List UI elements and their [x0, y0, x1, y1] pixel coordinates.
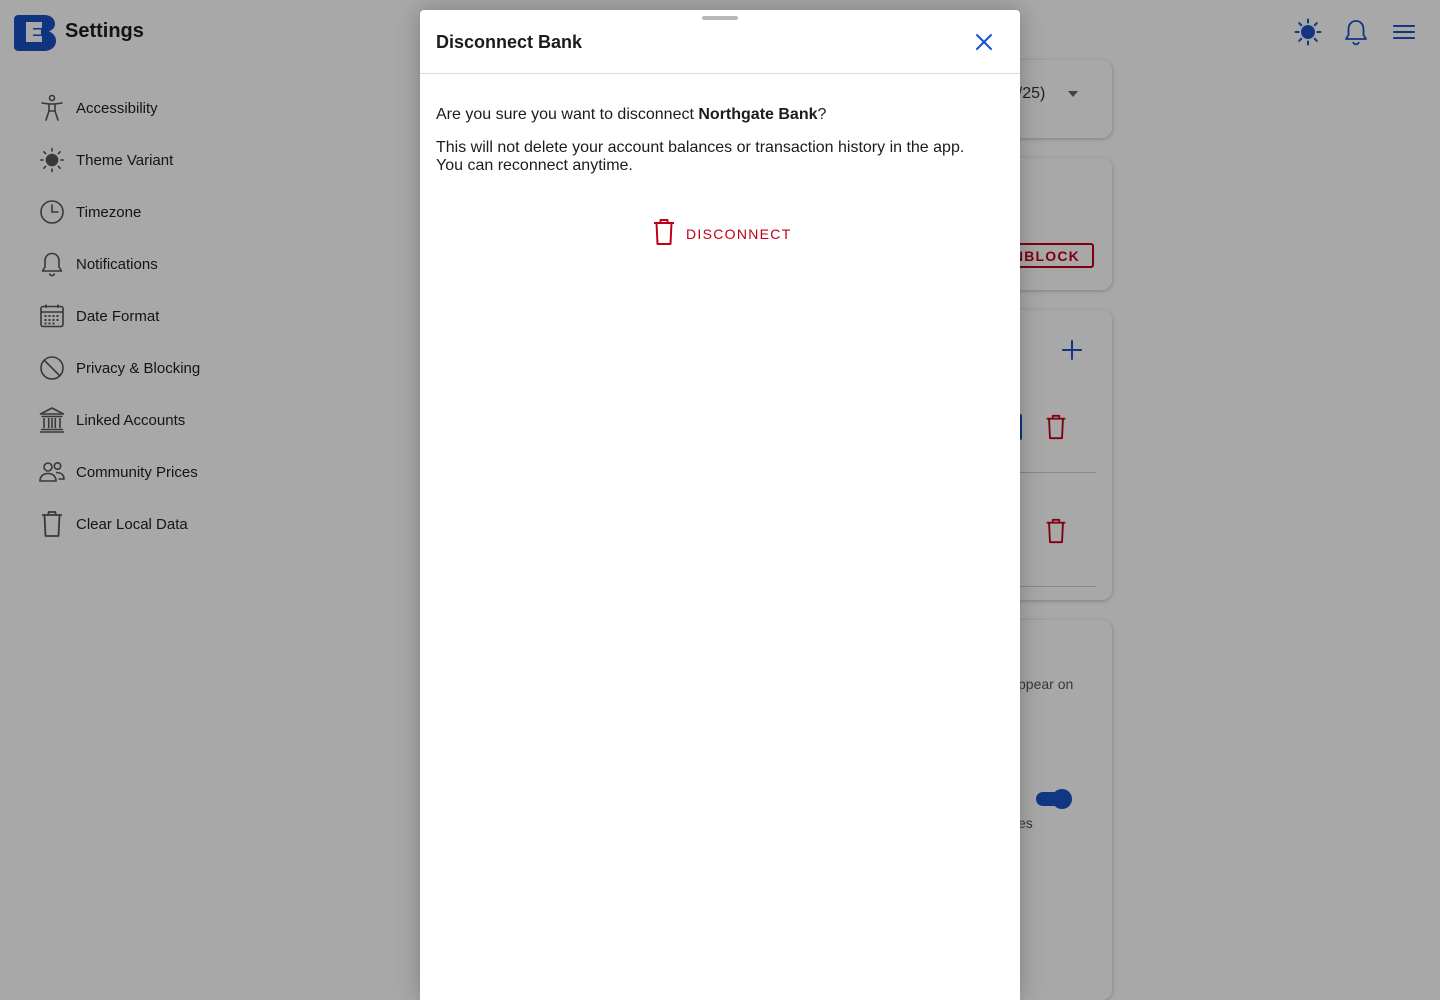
disconnect-bank-dialog: Disconnect Bank Are you sure you want to… — [420, 10, 1020, 1000]
dialog-body: Are you sure you want to disconnect Nort… — [436, 105, 1004, 175]
disconnect-button[interactable]: DISCONNECT — [652, 218, 792, 250]
disconnect-label: DISCONNECT — [686, 226, 792, 242]
trash-icon — [652, 218, 676, 251]
note-line-2: You can reconnect anytime. — [436, 157, 633, 174]
confirm-message: Are you sure you want to disconnect Nort… — [436, 105, 1004, 125]
bank-name: Northgate Bank — [698, 106, 818, 123]
drag-handle[interactable] — [702, 16, 738, 20]
note-line-1: This will not delete your account balanc… — [436, 139, 965, 156]
close-icon — [976, 34, 992, 50]
dialog-header: Disconnect Bank — [420, 10, 1020, 74]
confirm-prefix: Are you sure you want to disconnect — [436, 106, 699, 123]
close-button[interactable] — [968, 26, 1000, 58]
confirm-suffix: ? — [817, 106, 827, 123]
dialog-title: Disconnect Bank — [436, 32, 583, 52]
